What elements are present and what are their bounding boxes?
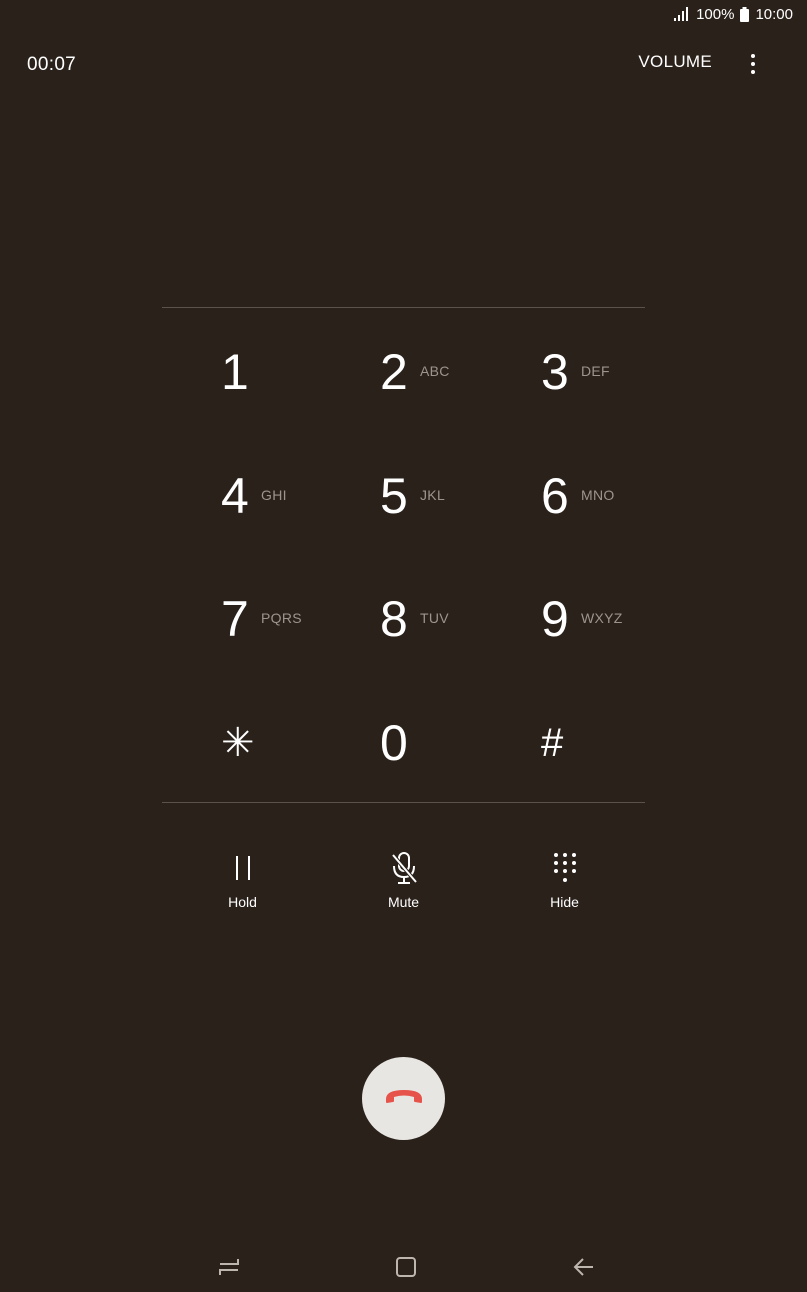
call-timer: 00:07 — [27, 54, 77, 75]
key-digit: 5 — [380, 467, 408, 524]
key-digit: 0 — [380, 714, 408, 771]
dialpad-key[interactable]: 1 — [162, 310, 323, 433]
back-icon[interactable] — [569, 1252, 599, 1282]
dialpad-key[interactable]: ✳ — [162, 681, 323, 804]
end-call-icon — [383, 1086, 425, 1111]
battery-icon — [740, 6, 750, 22]
key-letters: TUV — [420, 610, 449, 626]
key-digit: 1 — [221, 344, 249, 400]
key-digit: 7 — [221, 591, 249, 647]
key-letters: JKL — [420, 486, 446, 503]
dialpad-key[interactable]: 5 JKL — [323, 434, 484, 557]
key-digit: 4 — [221, 467, 249, 524]
key-digit: 8 — [380, 591, 408, 647]
key-digit: 6 — [541, 467, 569, 524]
key-digit: ✳ — [221, 720, 255, 765]
key-letters: MNO — [581, 486, 615, 503]
recent-apps-icon[interactable] — [214, 1252, 244, 1282]
dialpad-key[interactable]: 8 TUV — [323, 557, 484, 680]
dialpad-key[interactable]: 0 — [323, 681, 484, 804]
keypad-bottom-divider — [162, 802, 645, 803]
volume-button[interactable]: VOLUME — [638, 52, 712, 72]
key-letters: ABC — [420, 363, 450, 379]
hold-button[interactable]: Hold — [162, 850, 323, 920]
key-letters: GHI — [261, 486, 287, 503]
navigation-bar — [0, 1240, 807, 1292]
mic-off-icon — [389, 850, 419, 886]
key-letters: WXYZ — [581, 610, 623, 626]
pause-icon — [232, 850, 254, 886]
hide-label: Hide — [550, 894, 579, 910]
call-actions: Hold Mute Hide — [162, 850, 645, 920]
status-bar: 100% 10:00 — [674, 0, 793, 28]
dialpad-key[interactable]: 4 GHI — [162, 434, 323, 557]
key-digit: 3 — [541, 344, 569, 400]
mute-button[interactable]: Mute — [323, 850, 484, 920]
signal-icon — [674, 7, 690, 21]
home-icon[interactable] — [391, 1252, 421, 1282]
battery-percent: 100% — [696, 5, 735, 23]
call-header: 00:07 VOLUME — [0, 44, 807, 84]
status-time: 10:00 — [755, 5, 793, 23]
mute-label: Mute — [387, 894, 420, 910]
keypad-top-divider — [162, 307, 645, 308]
more-vert-icon[interactable] — [741, 52, 765, 76]
dialpad-key[interactable]: 2 ABC — [323, 310, 484, 433]
hold-label: Hold — [228, 894, 257, 910]
dialpad-key[interactable]: # — [484, 681, 645, 804]
key-letters: DEF — [581, 363, 610, 379]
key-digit: 2 — [380, 344, 408, 400]
key-letters: PQRS — [261, 610, 302, 626]
dialpad-key[interactable]: 6 MNO — [484, 434, 645, 557]
end-call-button[interactable] — [362, 1057, 445, 1140]
key-digit: # — [541, 720, 564, 765]
dialpad-icon — [553, 850, 577, 886]
hide-keypad-button[interactable]: Hide — [484, 850, 645, 920]
key-digit: 9 — [541, 591, 569, 647]
dialpad-key[interactable]: 7 PQRS — [162, 557, 323, 680]
dialpad-key[interactable]: 3 DEF — [484, 310, 645, 433]
dialpad-key[interactable]: 9 WXYZ — [484, 557, 645, 680]
